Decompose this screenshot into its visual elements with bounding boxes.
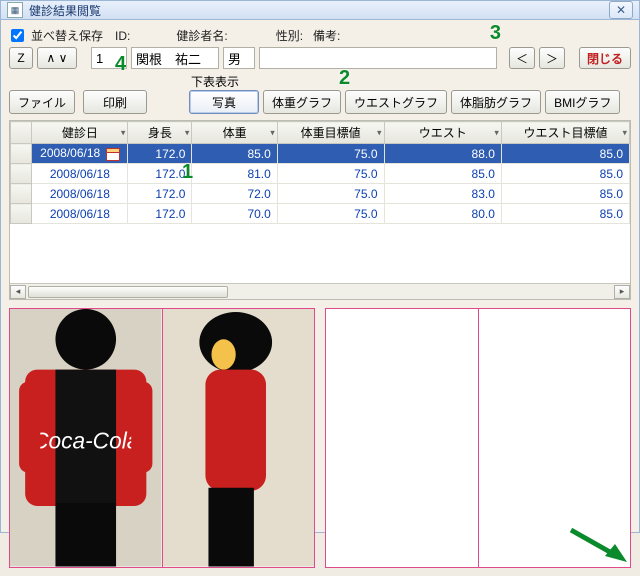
row-header[interactable]	[11, 164, 32, 184]
id-field[interactable]: 1	[91, 47, 127, 69]
cell-weight[interactable]: 81.0	[192, 164, 277, 184]
close-button[interactable]: 閉じる	[579, 47, 631, 69]
toolbar-row: ファイル 印刷 4 下表表示 写真 体重グラフ ウエストグラフ 体脂肪グラフ B…	[9, 73, 631, 114]
corner-header[interactable]	[11, 122, 32, 144]
row-header[interactable]	[11, 204, 32, 224]
subtable-label: 下表表示	[191, 73, 239, 90]
data-grid[interactable]: 健診日▾ 身長▾ 体重▾ 体重目標値▾ ウエスト▾ ウエスト目標値▾ 2008/…	[9, 120, 631, 300]
titlebar: ▦ 健診結果閲覧 ✕	[1, 1, 639, 20]
cell-date[interactable]: 2008/06/18	[32, 204, 128, 224]
tab-waist[interactable]: ウエストグラフ	[345, 90, 447, 114]
cell-waist-goal[interactable]: 85.0	[501, 204, 629, 224]
cell-weight[interactable]: 85.0	[192, 144, 277, 164]
scroll-left-button[interactable]: ◂	[10, 285, 26, 299]
col-weight[interactable]: 体重▾	[192, 122, 277, 144]
table: 健診日▾ 身長▾ 体重▾ 体重目標値▾ ウエスト▾ ウエスト目標値▾ 2008/…	[10, 121, 630, 224]
row-header[interactable]	[11, 144, 32, 164]
cell-date[interactable]: 2008/06/18	[32, 164, 128, 184]
z-button[interactable]: Z	[9, 47, 33, 69]
tab-bodyfat[interactable]: 体脂肪グラフ	[451, 90, 541, 114]
next-button[interactable]: ＞	[539, 47, 565, 69]
scroll-thumb[interactable]	[28, 286, 228, 298]
photo-panel: Coca-Cola	[9, 308, 631, 568]
cell-height[interactable]: 172.0	[128, 144, 192, 164]
sex-label: 性別:	[276, 27, 303, 44]
table-row[interactable]: 2008/06/18 172.085.075.088.085.0	[11, 144, 630, 164]
header-row: 並べ替え保存 ID: 健診者名: 性別: 備考: 3	[9, 26, 631, 45]
svg-text:Coca-Cola: Coca-Cola	[32, 427, 139, 453]
col-waist-goal[interactable]: ウエスト目標値▾	[501, 122, 629, 144]
remark-field[interactable]	[259, 47, 497, 69]
cell-waist[interactable]: 80.0	[384, 204, 501, 224]
tab-bmi[interactable]: BMIグラフ	[545, 90, 620, 114]
scroll-right-button[interactable]: ▸	[614, 285, 630, 299]
photo-empty-1[interactable]	[326, 309, 479, 567]
cell-date[interactable]: 2008/06/18	[32, 184, 128, 204]
photo-side[interactable]	[163, 309, 315, 567]
cell-waist[interactable]: 88.0	[384, 144, 501, 164]
window: ▦ 健診結果閲覧 ✕ 並べ替え保存 ID: 健診者名: 性別: 備考: 3 Z …	[0, 0, 640, 533]
cell-waist-goal[interactable]: 85.0	[501, 144, 629, 164]
tab-weight[interactable]: 体重グラフ	[263, 90, 341, 114]
cell-waist[interactable]: 85.0	[384, 164, 501, 184]
table-row[interactable]: 2008/06/18172.072.075.083.085.0	[11, 184, 630, 204]
cell-waist-goal[interactable]: 85.0	[501, 184, 629, 204]
app-icon: ▦	[7, 2, 23, 18]
remark-label: 備考:	[313, 27, 340, 44]
photo-group-left: Coca-Cola	[9, 308, 315, 568]
name-field[interactable]: 関根 祐二	[131, 47, 219, 69]
col-waist[interactable]: ウエスト▾	[384, 122, 501, 144]
col-weight-goal[interactable]: 体重目標値▾	[277, 122, 384, 144]
cell-date[interactable]: 2008/06/18	[32, 144, 128, 164]
table-row[interactable]: 2008/06/18172.081.075.085.085.0	[11, 164, 630, 184]
cell-weight-goal[interactable]: 75.0	[277, 164, 384, 184]
tab-group: 下表表示 写真 体重グラフ ウエストグラフ 体脂肪グラフ BMIグラフ	[189, 73, 620, 114]
id-label: ID:	[115, 29, 130, 43]
cell-weight-goal[interactable]: 75.0	[277, 204, 384, 224]
prev-button[interactable]: ＜	[509, 47, 535, 69]
window-close-button[interactable]: ✕	[609, 1, 633, 19]
cell-height[interactable]: 172.0	[128, 164, 192, 184]
window-title: 健診結果閲覧	[29, 2, 609, 19]
horizontal-scrollbar[interactable]: ◂ ▸	[10, 283, 630, 299]
sort-save-label: 並べ替え保存	[31, 27, 103, 44]
photo-group-right	[325, 308, 631, 568]
table-row[interactable]: 2008/06/18172.070.075.080.085.0	[11, 204, 630, 224]
cell-weight[interactable]: 72.0	[192, 184, 277, 204]
photo-empty-2[interactable]	[479, 309, 631, 567]
client-area: 並べ替え保存 ID: 健診者名: 性別: 備考: 3 Z ∧ ∨ 1 関根 祐二…	[1, 20, 639, 576]
cell-weight[interactable]: 70.0	[192, 204, 277, 224]
sex-field[interactable]: 男	[223, 47, 255, 69]
print-button[interactable]: 印刷	[83, 90, 147, 114]
cell-weight-goal[interactable]: 75.0	[277, 144, 384, 164]
cell-height[interactable]: 172.0	[128, 184, 192, 204]
photo-front[interactable]: Coca-Cola	[10, 309, 163, 567]
cell-waist[interactable]: 83.0	[384, 184, 501, 204]
annotation-3: 3	[490, 22, 501, 45]
tab-photo[interactable]: 写真	[189, 90, 259, 114]
calendar-icon[interactable]	[106, 148, 120, 161]
row-header[interactable]	[11, 184, 32, 204]
sort-save-checkbox[interactable]	[11, 29, 24, 42]
col-height[interactable]: 身長▾	[128, 122, 192, 144]
cell-weight-goal[interactable]: 75.0	[277, 184, 384, 204]
name-label: 健診者名:	[176, 27, 227, 44]
sort-order-button[interactable]: ∧ ∨	[37, 47, 77, 69]
cell-height[interactable]: 172.0	[128, 204, 192, 224]
col-date[interactable]: 健診日▾	[32, 122, 128, 144]
file-button[interactable]: ファイル	[9, 90, 75, 114]
cell-waist-goal[interactable]: 85.0	[501, 164, 629, 184]
header-row: 健診日▾ 身長▾ 体重▾ 体重目標値▾ ウエスト▾ ウエスト目標値▾	[11, 122, 630, 144]
